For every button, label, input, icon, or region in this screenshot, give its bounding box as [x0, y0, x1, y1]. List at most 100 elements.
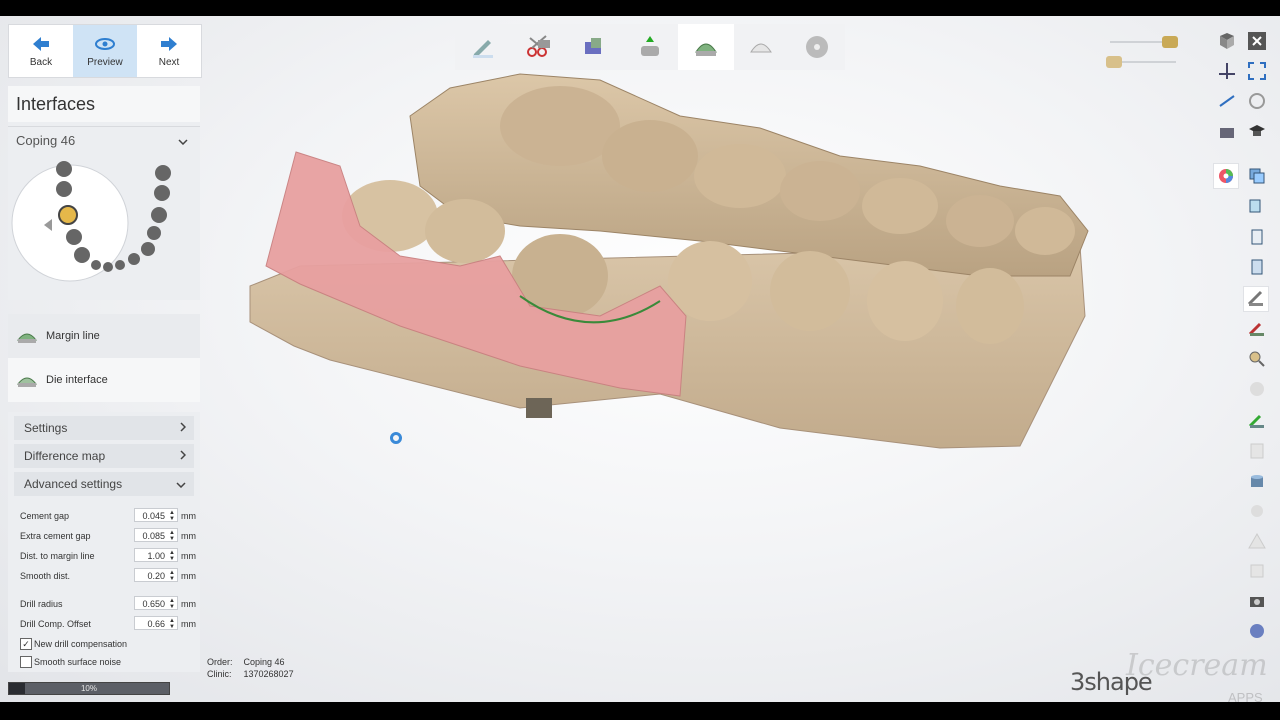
disabled-tool-3[interactable]: [1244, 498, 1270, 524]
workflow-toolbar: [455, 24, 845, 70]
workflow-steps: Margin line Die interface: [8, 314, 200, 402]
disabled-tool-4[interactable]: [1244, 558, 1270, 584]
snapshot-button[interactable]: [1244, 588, 1270, 614]
heart-tooth-icon: [1250, 624, 1264, 638]
tool-output[interactable]: [789, 24, 845, 70]
close-icon: [1248, 32, 1266, 50]
disabled-tool-2[interactable]: [1244, 438, 1270, 464]
tooth-chart[interactable]: [8, 153, 200, 303]
paste-button[interactable]: [1244, 224, 1270, 250]
cylinder-button[interactable]: [1244, 468, 1270, 494]
spinner-icon[interactable]: ▲ ▼: [168, 598, 176, 610]
extra-cement-gap-row: Extra cement gap 0.085 ▲ ▼ mm: [20, 528, 196, 544]
save-button[interactable]: [1244, 254, 1270, 280]
tooth-icon: [1251, 505, 1263, 517]
tutorial-button[interactable]: [1244, 118, 1270, 144]
tool-die-pins[interactable]: [566, 24, 622, 70]
preview-label: Preview: [87, 56, 123, 68]
back-label: Back: [29, 56, 53, 68]
axis-icon: [1219, 63, 1235, 79]
coping-selector[interactable]: Coping 46: [8, 126, 200, 153]
dist-margin-input[interactable]: 1.00 ▲ ▼: [134, 548, 178, 562]
clinic-value: 1370268027: [243, 669, 294, 679]
field-label: Smooth dist.: [20, 571, 71, 581]
eye-icon: [95, 35, 115, 53]
disabled-tool-1[interactable]: [1244, 376, 1270, 402]
coping-label: Coping 46: [16, 132, 76, 148]
spinner-icon[interactable]: ▲ ▼: [168, 570, 176, 582]
step-label: Die interface: [46, 374, 108, 386]
field-value: 0.650: [142, 599, 165, 609]
section-view-button[interactable]: [1214, 118, 1240, 144]
insertion-direction-icon: [641, 36, 660, 56]
measure-button[interactable]: [1214, 88, 1240, 114]
tooth-icon: [1250, 382, 1264, 396]
close-button[interactable]: [1244, 28, 1270, 54]
fullscreen-icon: [1248, 62, 1266, 80]
tool-interfaces[interactable]: [677, 24, 734, 70]
document-icon: [1251, 259, 1263, 275]
checkbox-unchecked-icon: [20, 656, 32, 668]
watermark-apps: APPS: [1228, 690, 1263, 702]
view-cube-button[interactable]: [1214, 28, 1240, 54]
order-info: Order: Coping 46 Clinic: 1370268027: [207, 656, 294, 680]
preview-button[interactable]: Preview: [73, 25, 137, 77]
brush-button[interactable]: [1243, 286, 1269, 312]
chevron-right-icon: [180, 421, 187, 435]
drill-radius-row: Drill radius 0.650 ▲ ▼ mm: [20, 596, 196, 612]
dist-margin-row: Dist. to margin line 1.00 ▲ ▼ mm: [20, 548, 196, 564]
sculpt-button[interactable]: [1244, 316, 1270, 342]
ruler-icon: [1219, 95, 1235, 107]
layers-button[interactable]: [1244, 163, 1270, 189]
graduation-cap-icon: [1249, 125, 1265, 136]
tool-scan-prep[interactable]: [455, 24, 511, 70]
spinner-icon[interactable]: ▲ ▼: [168, 510, 176, 522]
smooth-button[interactable]: [1244, 408, 1270, 434]
interface-icon: [694, 43, 717, 56]
extra-cement-gap-input[interactable]: 0.085 ▲ ▼: [134, 528, 178, 542]
transparency-slider[interactable]: [1104, 34, 1184, 74]
magnify-button[interactable]: [1244, 346, 1270, 372]
panel-title: Interfaces: [8, 86, 200, 122]
clinic-key: Clinic:: [207, 669, 232, 679]
field-unit: mm: [181, 551, 196, 561]
help-button[interactable]: [1244, 618, 1270, 644]
copy-button[interactable]: [1244, 194, 1270, 220]
spinner-icon[interactable]: ▲ ▼: [168, 530, 176, 542]
chevron-down-icon: [176, 477, 186, 491]
scissors-icon: [526, 35, 550, 57]
step-die-interface[interactable]: Die interface: [8, 358, 200, 402]
pan-button[interactable]: [1214, 58, 1240, 84]
tool-insertion[interactable]: [622, 24, 678, 70]
drill-radius-input[interactable]: 0.650 ▲ ▼: [134, 596, 178, 610]
field-label: Dist. to margin line: [20, 551, 95, 561]
cement-gap-row: Cement gap 0.045 ▲ ▼ mm: [20, 508, 196, 524]
sculpt-icon: [1248, 322, 1264, 336]
color-wheel-icon: [1219, 169, 1233, 183]
section-label: Difference map: [24, 449, 106, 463]
order-key: Order:: [207, 657, 233, 667]
difference-map-section[interactable]: Difference map: [14, 444, 194, 468]
step-label: Margin line: [46, 330, 100, 342]
tool-coping[interactable]: [734, 24, 790, 70]
drill-offset-input[interactable]: 0.66 ▲ ▼: [134, 616, 178, 630]
rotate-button[interactable]: [1244, 88, 1270, 114]
settings-section[interactable]: Settings: [14, 416, 194, 440]
color-button[interactable]: [1213, 163, 1239, 189]
next-button[interactable]: Next: [137, 25, 201, 77]
cement-gap-input[interactable]: 0.045 ▲ ▼: [134, 508, 178, 522]
3d-viewport[interactable]: Back Preview Next Interfaces Coping 46 M…: [0, 16, 1280, 702]
copy-icon: [1249, 199, 1261, 213]
fullscreen-button[interactable]: [1244, 58, 1270, 84]
smooth-dist-row: Smooth dist. 0.20 ▲ ▼ mm: [20, 568, 196, 584]
document-icon: [1251, 229, 1263, 245]
spinner-icon[interactable]: ▲ ▼: [168, 618, 176, 630]
spinner-icon[interactable]: ▲ ▼: [168, 550, 176, 562]
smooth-dist-input[interactable]: 0.20 ▲ ▼: [134, 568, 178, 582]
tool-trim[interactable]: [511, 24, 567, 70]
step-margin-line[interactable]: Margin line: [8, 314, 200, 358]
settings-panel: Settings Difference map Advanced setting…: [8, 412, 200, 672]
advanced-settings-section[interactable]: Advanced settings: [14, 472, 194, 496]
back-button[interactable]: Back: [9, 25, 73, 77]
warning-button[interactable]: [1244, 528, 1270, 554]
